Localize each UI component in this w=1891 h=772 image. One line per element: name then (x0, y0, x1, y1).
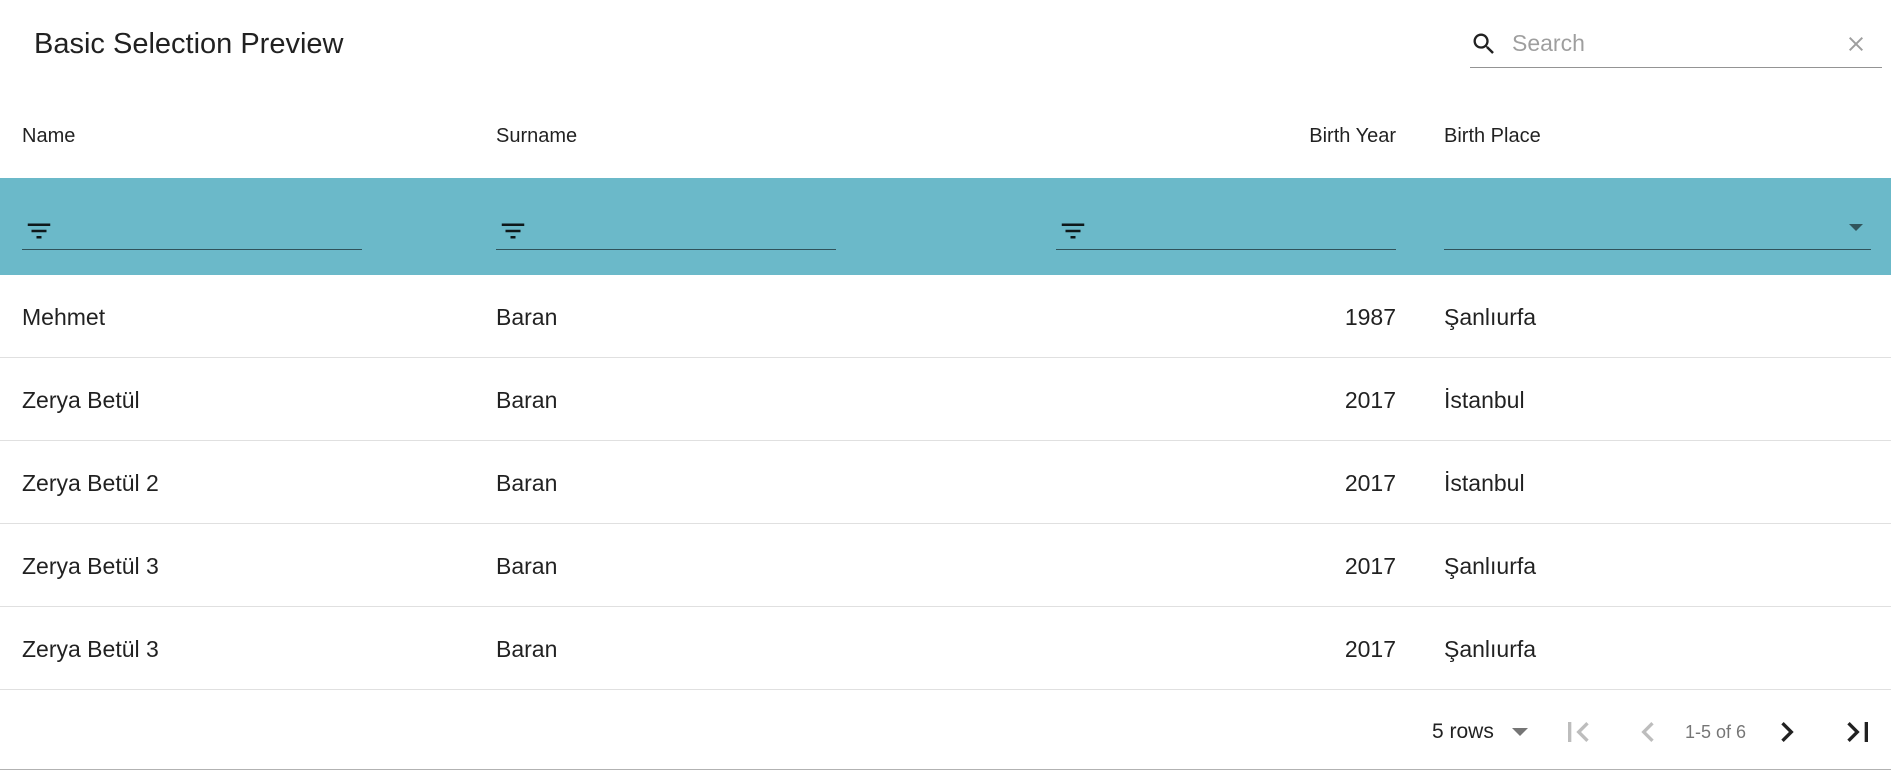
cell-birth-place: Şanlıurfa (1444, 553, 1537, 579)
clear-search-icon[interactable] (1844, 32, 1868, 56)
cell-birth-year: 2017 (1344, 636, 1396, 662)
table-row[interactable]: Zerya Betül 3 Baran 2017 Şanlıurfa (0, 607, 1891, 690)
cell-name: Zerya Betül 2 (22, 470, 159, 496)
birth-place-filter-select[interactable] (1444, 208, 1871, 250)
pagination-bar: 5 rows 1-5 of 6 (0, 692, 1891, 770)
birth-year-filter-field[interactable] (1056, 208, 1396, 250)
rows-per-page-select[interactable]: 5 rows (1432, 718, 1528, 746)
cell-birth-place: Şanlıurfa (1444, 304, 1537, 330)
filter-icon (1061, 223, 1085, 239)
cell-birth-place: Şanlıurfa (1444, 636, 1537, 662)
cell-birth-place: İstanbul (1444, 387, 1525, 413)
cell-surname: Baran (496, 636, 558, 662)
first-page-button[interactable] (1558, 712, 1598, 752)
table-body: Mehmet Baran 1987 Şanlıurfa Zerya Betül … (0, 275, 1891, 690)
previous-page-icon (1641, 722, 1654, 742)
column-header-name[interactable]: Name (22, 124, 75, 148)
cell-birth-year: 2017 (1344, 553, 1396, 579)
cell-name: Zerya Betül 3 (22, 636, 159, 662)
table-row[interactable]: Zerya Betül 3 Baran 2017 Şanlıurfa (0, 524, 1891, 607)
cell-birth-place: İstanbul (1444, 470, 1525, 496)
search-field[interactable] (1470, 22, 1882, 68)
previous-page-button[interactable] (1628, 712, 1668, 752)
column-header-birth-place[interactable]: Birth Place (1444, 124, 1541, 148)
page-title: Basic Selection Preview (34, 28, 344, 60)
filter-icon (501, 223, 525, 239)
cell-name: Mehmet (22, 304, 106, 330)
name-filter-field[interactable] (22, 208, 362, 250)
last-page-button[interactable] (1838, 712, 1878, 752)
column-header-surname[interactable]: Surname (496, 124, 577, 148)
cell-surname: Baran (496, 470, 558, 496)
dropdown-arrow-icon (1849, 224, 1863, 231)
table-row[interactable]: Mehmet Baran 1987 Şanlıurfa (0, 275, 1891, 358)
cell-surname: Baran (496, 387, 558, 413)
filter-icon (27, 223, 51, 239)
next-page-icon (1781, 722, 1794, 742)
filter-row (0, 178, 1891, 275)
search-icon (1473, 33, 1494, 54)
cell-surname: Baran (496, 553, 558, 579)
column-header-birth-year[interactable]: Birth Year (1200, 124, 1396, 148)
cell-name: Zerya Betül 3 (22, 553, 159, 579)
dropdown-arrow-icon (1511, 728, 1528, 737)
next-page-button[interactable] (1767, 712, 1807, 752)
first-page-icon (1568, 722, 1589, 742)
page-range-label: 1-5 of 6 (1685, 722, 1747, 742)
cell-birth-year: 2017 (1344, 470, 1396, 496)
table-row[interactable]: Zerya Betül 2 Baran 2017 İstanbul (0, 441, 1891, 524)
table-row[interactable]: Zerya Betül Baran 2017 İstanbul (0, 358, 1891, 441)
rows-per-page-label: 5 rows (1432, 720, 1494, 743)
last-page-icon (1847, 722, 1868, 742)
search-input[interactable] (1512, 26, 1832, 60)
cell-name: Zerya Betül (22, 387, 140, 413)
table-page: Basic Selection Preview Name Surname Bir… (0, 0, 1891, 772)
table-header-row: Name Surname Birth Year Birth Place (0, 100, 1891, 178)
cell-birth-year: 2017 (1344, 387, 1396, 413)
cell-birth-year: 1987 (1344, 304, 1396, 330)
cell-surname: Baran (496, 304, 558, 330)
surname-filter-field[interactable] (496, 208, 836, 250)
